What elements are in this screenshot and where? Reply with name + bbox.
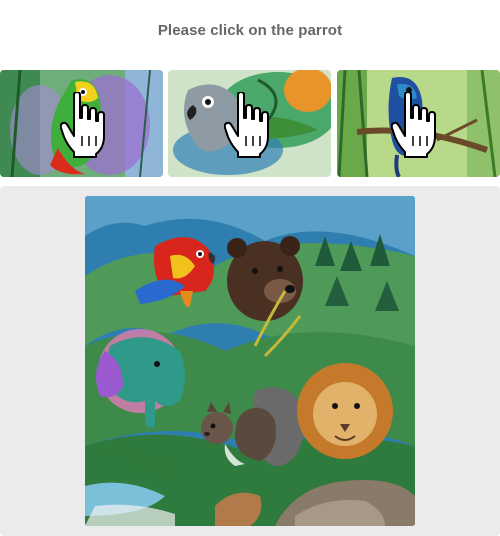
challenge-image-art xyxy=(85,196,415,526)
prompt-text: Please click on the parrot xyxy=(157,22,343,39)
pointer-hand-icon xyxy=(60,92,105,158)
bear xyxy=(227,236,303,321)
lion xyxy=(297,363,393,459)
example-images-row xyxy=(0,70,500,177)
pointer-hand-icon xyxy=(391,92,436,158)
example-image-3[interactable] xyxy=(337,70,500,177)
pointer-hand-icon xyxy=(224,92,269,158)
example-image-2[interactable] xyxy=(168,70,331,177)
challenge-image[interactable] xyxy=(85,196,415,526)
captcha-page: Please click on the parrot xyxy=(0,0,500,536)
challenge-panel xyxy=(0,186,500,536)
example-image-1[interactable] xyxy=(0,70,163,177)
